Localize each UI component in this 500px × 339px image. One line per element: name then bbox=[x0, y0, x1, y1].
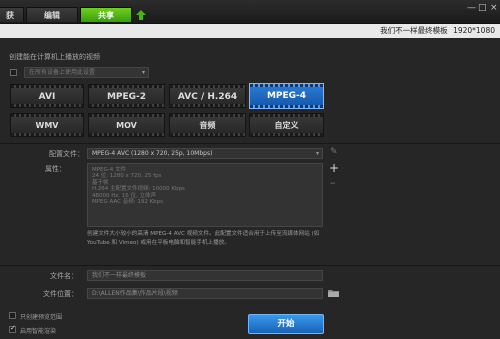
film-strip-top bbox=[170, 114, 245, 117]
file-location-value: D:\ALLEN作品集\作品片段\视频 bbox=[92, 290, 178, 297]
tab-edit[interactable]: 编辑 bbox=[26, 7, 78, 22]
project-info-bar: 我们不一样最终模板 1920*1080 bbox=[0, 24, 500, 38]
smart-render-checkbox[interactable] bbox=[9, 324, 16, 333]
minimize-button[interactable]: — bbox=[467, 3, 476, 13]
format-mov-button[interactable]: MOV bbox=[88, 113, 165, 137]
properties-box: MPEG-4 文件 24 位, 1280 x 720, 25 fps 基于帧 H… bbox=[87, 163, 323, 227]
film-strip-top bbox=[250, 114, 323, 117]
upload-arrow-icon[interactable] bbox=[135, 9, 147, 21]
section-title: 创建能在计算机上播放的视频 bbox=[9, 53, 100, 61]
film-strip-bottom bbox=[250, 105, 323, 108]
film-strip-top bbox=[250, 84, 323, 87]
format-audio-button[interactable]: 音频 bbox=[169, 113, 246, 137]
format-avc-button[interactable]: AVC / H.264 bbox=[169, 84, 246, 108]
format-mpeg2-button[interactable]: MPEG-2 bbox=[88, 84, 165, 108]
property-line: MPEG AAC 音频: 192 Kbps bbox=[92, 199, 164, 206]
format-avi-button[interactable]: AVI bbox=[10, 84, 84, 108]
film-strip-bottom bbox=[89, 133, 164, 136]
project-resolution: 1920*1080 bbox=[453, 26, 495, 35]
smart-render-label: 启用智能渲染 bbox=[20, 328, 57, 335]
film-strip-top bbox=[170, 85, 245, 88]
file-name-value: 我们不一样最终模板 bbox=[92, 272, 147, 279]
close-button[interactable]: × bbox=[490, 3, 498, 13]
format-label: WMV bbox=[35, 121, 59, 130]
film-strip-bottom bbox=[170, 104, 245, 107]
film-strip-bottom bbox=[170, 133, 245, 136]
start-button[interactable]: 开始 bbox=[248, 314, 324, 334]
add-plus-icon[interactable]: + bbox=[329, 162, 339, 174]
film-strip-top bbox=[11, 85, 83, 88]
film-strip-top bbox=[89, 114, 164, 117]
format-label: 音频 bbox=[199, 121, 216, 130]
maximize-button[interactable]: □ bbox=[478, 3, 487, 13]
film-strip-top bbox=[89, 85, 164, 88]
film-strip-bottom bbox=[89, 104, 164, 107]
chevron-down-icon: ▾ bbox=[315, 150, 319, 157]
top-tab-bar: 获 编辑 共享 — □ × bbox=[0, 0, 500, 24]
format-label: 自定义 bbox=[274, 121, 299, 130]
divider bbox=[0, 265, 500, 266]
project-title: 我们不一样最终模板 bbox=[380, 26, 448, 35]
profile-description: 创建文件大小较小的高清 MPEG-4 AVC 视频文件。此配置文件适合用于上传至… bbox=[87, 231, 320, 246]
file-location-input[interactable]: D:\ALLEN作品集\作品片段\视频 bbox=[87, 288, 323, 299]
format-label: AVI bbox=[38, 92, 56, 102]
remove-minus-icon[interactable]: – bbox=[330, 177, 336, 188]
tab-capture[interactable]: 获 bbox=[0, 7, 24, 22]
folder-icon[interactable] bbox=[328, 288, 339, 298]
tab-share[interactable]: 共享 bbox=[80, 7, 132, 22]
device-setting-checkbox[interactable] bbox=[10, 69, 17, 76]
chevron-down-icon: ▾ bbox=[141, 69, 145, 76]
preview-range-label: 只创建预览范围 bbox=[20, 314, 63, 321]
properties-label: 属性： bbox=[45, 165, 66, 173]
film-strip-bottom bbox=[250, 133, 323, 136]
film-strip-top bbox=[11, 114, 83, 117]
format-label: AVC / H.264 bbox=[177, 92, 238, 102]
format-mpeg4-button[interactable]: MPEG-4 bbox=[249, 83, 324, 109]
device-dropdown[interactable]: 在所有设备上使用此设置 ▾ bbox=[24, 67, 149, 78]
film-strip-bottom bbox=[11, 104, 83, 107]
profile-dropdown[interactable]: MPEG-4 AVC (1280 x 720, 25p, 10Mbps) ▾ bbox=[87, 148, 323, 159]
profile-value: MPEG-4 AVC (1280 x 720, 25p, 10Mbps) bbox=[92, 150, 213, 157]
preview-range-checkbox[interactable] bbox=[9, 312, 16, 319]
format-label: MPEG-4 bbox=[266, 91, 307, 101]
file-location-label: 文件位置： bbox=[43, 290, 78, 298]
film-strip-bottom bbox=[11, 133, 83, 136]
format-custom-button[interactable]: 自定义 bbox=[249, 113, 324, 137]
file-name-label: 文件名： bbox=[50, 272, 78, 280]
divider bbox=[0, 143, 500, 144]
format-wmv-button[interactable]: WMV bbox=[10, 113, 84, 137]
edit-pencil-icon[interactable]: ✎ bbox=[330, 148, 338, 157]
file-name-input[interactable]: 我们不一样最终模板 bbox=[87, 270, 323, 281]
device-dropdown-value: 在所有设备上使用此设置 bbox=[29, 69, 96, 76]
format-label: MOV bbox=[116, 121, 137, 130]
format-label: MPEG-2 bbox=[106, 92, 147, 102]
profile-label: 配置文件： bbox=[49, 150, 84, 158]
